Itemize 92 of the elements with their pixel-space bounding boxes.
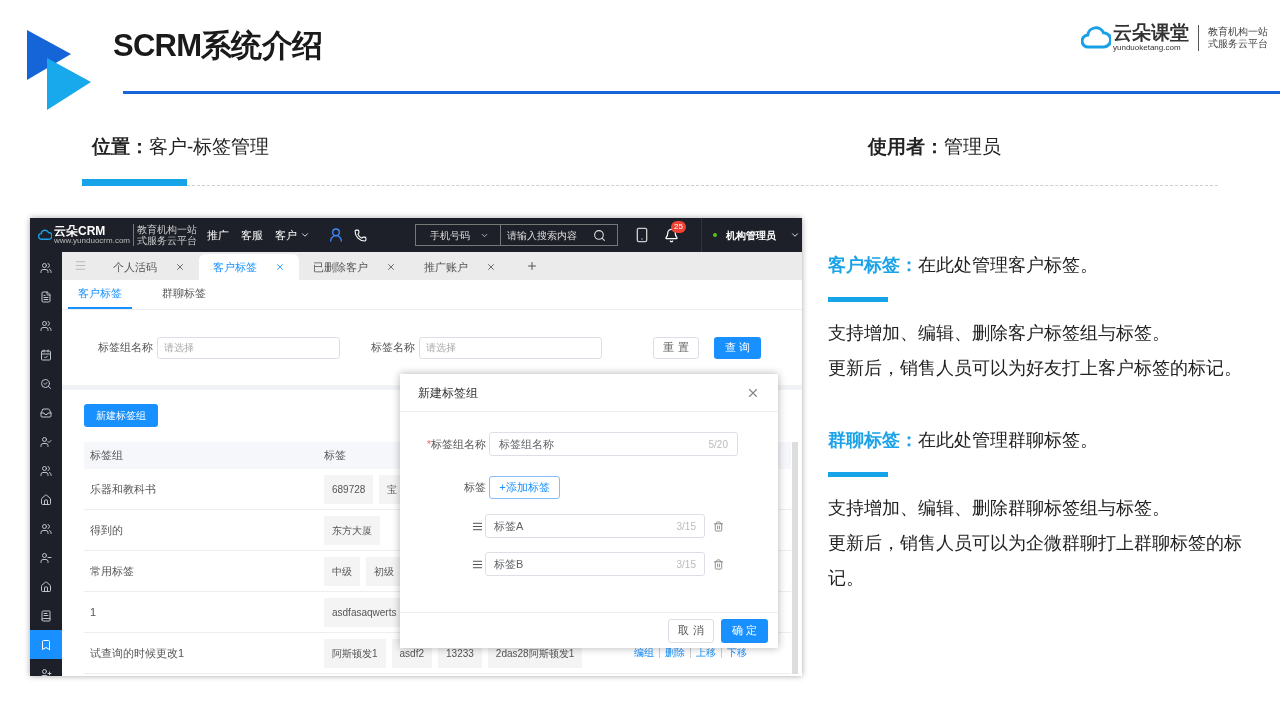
search-icon	[40, 377, 52, 390]
note-heading: 群聊标签：在此处管理群聊标签。	[828, 429, 1099, 452]
app-logo-domain: www.yunduocrm.com	[54, 237, 131, 245]
tag-input[interactable]: 标签A 3/15	[485, 514, 705, 538]
nav-link[interactable]: 推广	[207, 226, 230, 244]
brand-domain: yunduoketang.com	[1113, 44, 1182, 52]
add-tag-button[interactable]: +添加标签	[489, 476, 560, 499]
users-icon	[40, 522, 52, 535]
table-cell-text: 常用标签	[89, 563, 135, 579]
app-logo-slogan: 教育机构一站 式服务云平台	[133, 224, 198, 246]
search-icon[interactable]	[593, 228, 607, 242]
accent-bar	[828, 472, 888, 477]
caret-icon[interactable]	[790, 230, 801, 240]
char-count: 3/15	[676, 557, 696, 572]
close-icon[interactable]	[275, 262, 285, 272]
search-input[interactable]: 请输入搜索内容	[501, 227, 594, 243]
filter-input[interactable]: 请选择	[419, 336, 602, 359]
app-logo-name: 云朵CRM	[54, 225, 107, 237]
user-icon	[40, 435, 52, 448]
tag-chip: 中级	[324, 556, 360, 586]
document-icon	[40, 290, 52, 303]
page-tab[interactable]: 客户标签	[199, 254, 299, 280]
nav-link[interactable]: 客户	[275, 226, 311, 244]
users-icon	[40, 464, 52, 477]
table-cell-text: 1	[89, 604, 98, 620]
slide-title: SCRM系统介绍	[113, 27, 323, 66]
tag-chip: 初级	[366, 556, 402, 586]
filter-label: 标签名称	[371, 340, 415, 356]
tag-input[interactable]: 标签B 3/15	[485, 552, 705, 576]
drag-handle-icon[interactable]	[472, 558, 483, 570]
close-icon[interactable]	[486, 262, 496, 272]
page-tab[interactable]: 已删除客户	[299, 254, 410, 280]
chevron-down-icon	[300, 230, 311, 240]
table-header: 标签组	[89, 448, 124, 464]
close-icon[interactable]	[386, 262, 396, 272]
drag-handle-icon[interactable]	[472, 520, 483, 532]
book-icon	[40, 609, 52, 622]
accent-bar	[828, 297, 888, 302]
sub-tab[interactable]: 客户标签	[68, 280, 132, 309]
table-cell-text: 乐器和教科书	[89, 481, 157, 497]
dialog-title: 新建标签组	[418, 384, 478, 402]
reset-button[interactable]: 重 置	[653, 336, 699, 359]
cloud-logo-icon	[1081, 24, 1111, 51]
user-add-icon	[40, 667, 52, 676]
filter-label: 标签组名称	[98, 340, 153, 356]
home-icon	[40, 493, 52, 506]
table-cell-text: 得到的	[89, 522, 124, 538]
page-tab[interactable]: 推广账户	[410, 254, 510, 280]
note-text: 更新后，销售人员可以为企微群聊打上群聊标签的标记。	[828, 532, 1243, 590]
cancel-button[interactable]: 取 消	[668, 618, 714, 643]
close-icon[interactable]	[175, 262, 185, 272]
sub-tab[interactable]: 群聊标签	[152, 280, 216, 309]
note-text: 更新后，销售人员可以为好友打上客户标签的标记。	[828, 357, 1243, 380]
calendar-icon	[40, 348, 52, 361]
tag-chip: 阿斯顿发1	[324, 638, 386, 668]
field-label: *标签组名称	[425, 436, 487, 452]
trash-icon[interactable]	[713, 558, 724, 570]
users-icon	[40, 319, 52, 332]
users-icon	[40, 261, 52, 274]
search-field[interactable]: 请输入搜索内容	[501, 224, 619, 246]
char-count: 3/15	[676, 519, 696, 534]
brand-slogan: 教育机构一站 式服务云平台	[1208, 25, 1268, 50]
phone-icon[interactable]	[354, 228, 368, 242]
table-cell-text: 试查询的时候更改1	[89, 645, 186, 661]
group-name-input[interactable]: 标签组名称 5/20	[489, 432, 738, 456]
nav-link[interactable]: 客服	[241, 226, 264, 244]
bookmark-icon	[40, 638, 52, 651]
note-text: 支持增加、编辑、删除群聊标签组与标签。	[828, 497, 1171, 520]
home-icon	[40, 580, 52, 593]
search-type-dropdown[interactable]: 手机号码	[415, 224, 502, 246]
user-name[interactable]: 机构管理员	[726, 227, 777, 243]
user-icon[interactable]	[328, 227, 345, 243]
location-text: 位置：客户-标签管理	[92, 134, 271, 159]
notification-badge: 25	[671, 220, 686, 233]
note-heading: 客户标签：在此处管理客户标签。	[828, 254, 1099, 277]
tag-chip: 689728	[324, 474, 374, 504]
brand-name: 云朵课堂	[1113, 23, 1189, 42]
add-tab-icon[interactable]	[526, 260, 538, 272]
user-role-text: 使用者：管理员	[868, 134, 1001, 159]
char-count: 5/20	[708, 437, 728, 452]
field-label: 标签	[463, 480, 487, 496]
note-text: 支持增加、编辑、删除客户标签组与标签。	[828, 322, 1171, 345]
tag-chip: 东方大厦	[324, 515, 380, 545]
cloud-logo-icon	[38, 229, 52, 241]
user-icon	[40, 551, 52, 564]
filter-input[interactable]: 请选择	[157, 336, 340, 359]
trash-icon[interactable]	[713, 520, 724, 532]
page-tab[interactable]: 个人活码	[99, 254, 199, 280]
row-action-link[interactable]: 编组	[629, 648, 659, 658]
table-header: 标签	[324, 448, 346, 464]
inbox-icon	[40, 406, 52, 419]
bell-icon[interactable]	[664, 227, 680, 243]
